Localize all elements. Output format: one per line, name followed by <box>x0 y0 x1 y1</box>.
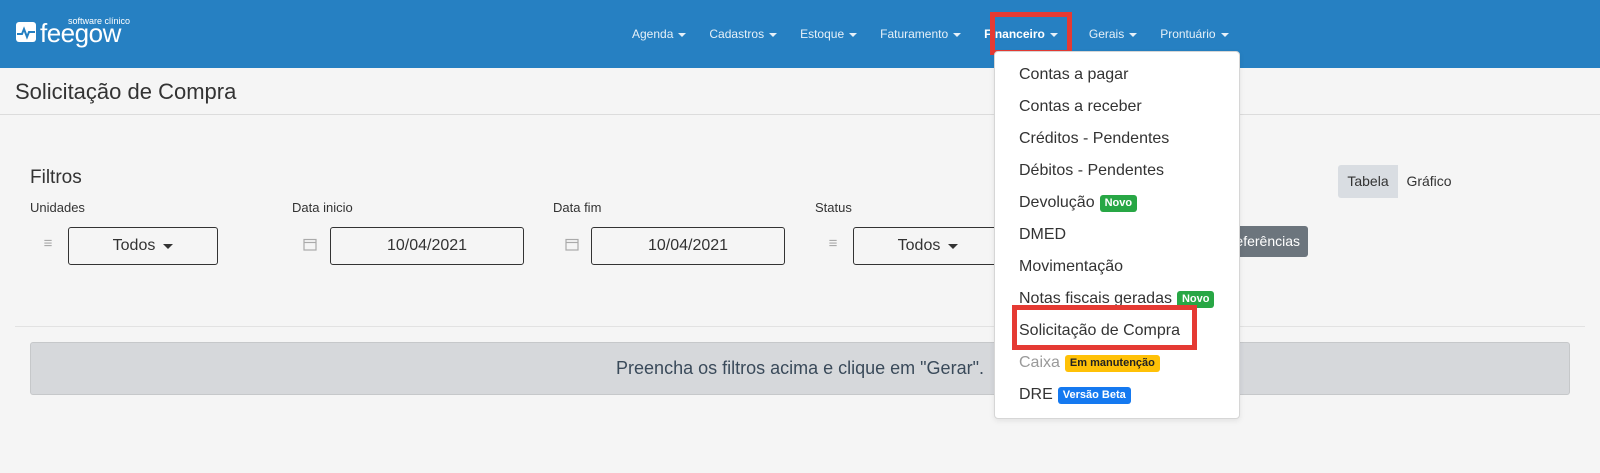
data-inicio-input[interactable]: 10/04/2021 <box>330 227 524 265</box>
caret-down-icon <box>1220 32 1229 37</box>
menu-item-caixa[interactable]: Caixa Em manutenção <box>1019 353 1160 373</box>
maintenance-badge: Em manutenção <box>1064 354 1160 372</box>
nav-agenda[interactable]: Agenda <box>632 27 687 41</box>
page-header: Solicitação de Compra <box>0 68 1600 115</box>
menu-item-contas-a-receber[interactable]: Contas a receber <box>1019 97 1142 117</box>
caret-down-icon <box>678 32 687 37</box>
status-select[interactable]: Todos <box>853 227 1003 265</box>
new-badge: Novo <box>1099 194 1138 212</box>
status-label: Status <box>815 200 852 215</box>
beta-badge: Versão Beta <box>1057 386 1131 404</box>
financeiro-dropdown-menu: Contas a pagar Contas a receber Créditos… <box>994 51 1240 419</box>
caret-down-icon <box>163 243 174 249</box>
menu-item-contas-a-pagar[interactable]: Contas a pagar <box>1019 65 1128 85</box>
page-title: Solicitação de Compra <box>15 79 237 104</box>
data-fim-input[interactable]: 10/04/2021 <box>591 227 785 265</box>
section-divider <box>15 326 1585 327</box>
heartbeat-logo-icon <box>16 22 36 42</box>
menu-item-devolucao[interactable]: Devolução Novo <box>1019 193 1138 213</box>
calendar-icon <box>303 237 317 251</box>
unidades-label: Unidades <box>30 200 85 215</box>
data-inicio-label: Data inicio <box>292 200 353 215</box>
list-icon: ≡ <box>43 235 53 252</box>
table-view-toggle[interactable]: Tabela <box>1338 165 1398 198</box>
menu-item-creditos-pendentes[interactable]: Créditos - Pendentes <box>1019 129 1169 149</box>
nav-estoque[interactable]: Estoque <box>800 27 858 41</box>
solicitacao-highlight-box <box>1012 305 1197 350</box>
chart-view-toggle[interactable]: Gráfico <box>1398 165 1460 198</box>
caret-down-icon <box>953 32 962 37</box>
unidades-select[interactable]: Todos <box>68 227 218 265</box>
filters-title: Filtros <box>30 167 82 188</box>
caret-down-icon <box>948 243 959 249</box>
info-notice: Preencha os filtros acima e clique em "G… <box>30 342 1570 395</box>
menu-item-debitos-pendentes[interactable]: Débitos - Pendentes <box>1019 161 1164 181</box>
logo-brand: feegow <box>40 18 121 48</box>
list-icon: ≡ <box>828 235 838 252</box>
calendar-icon <box>565 237 579 251</box>
caret-down-icon <box>1129 32 1138 37</box>
caret-down-icon <box>849 32 858 37</box>
financeiro-highlight-box <box>990 12 1072 55</box>
caret-down-icon <box>769 32 778 37</box>
feegow-logo[interactable]: software clínico feegow <box>16 16 130 50</box>
nav-faturamento[interactable]: Faturamento <box>880 27 962 41</box>
data-fim-label: Data fim <box>553 200 602 215</box>
menu-item-movimentacao[interactable]: Movimentação <box>1019 257 1123 277</box>
menu-item-dre[interactable]: DRE Versão Beta <box>1019 385 1131 405</box>
nav-cadastros[interactable]: Cadastros <box>709 27 778 41</box>
nav-gerais[interactable]: Gerais <box>1089 27 1138 41</box>
nav-prontuario[interactable]: Prontuário <box>1160 27 1229 41</box>
menu-item-dmed[interactable]: DMED <box>1019 225 1066 245</box>
top-navbar: software clínico feegow Agenda Cadastros… <box>0 0 1600 68</box>
